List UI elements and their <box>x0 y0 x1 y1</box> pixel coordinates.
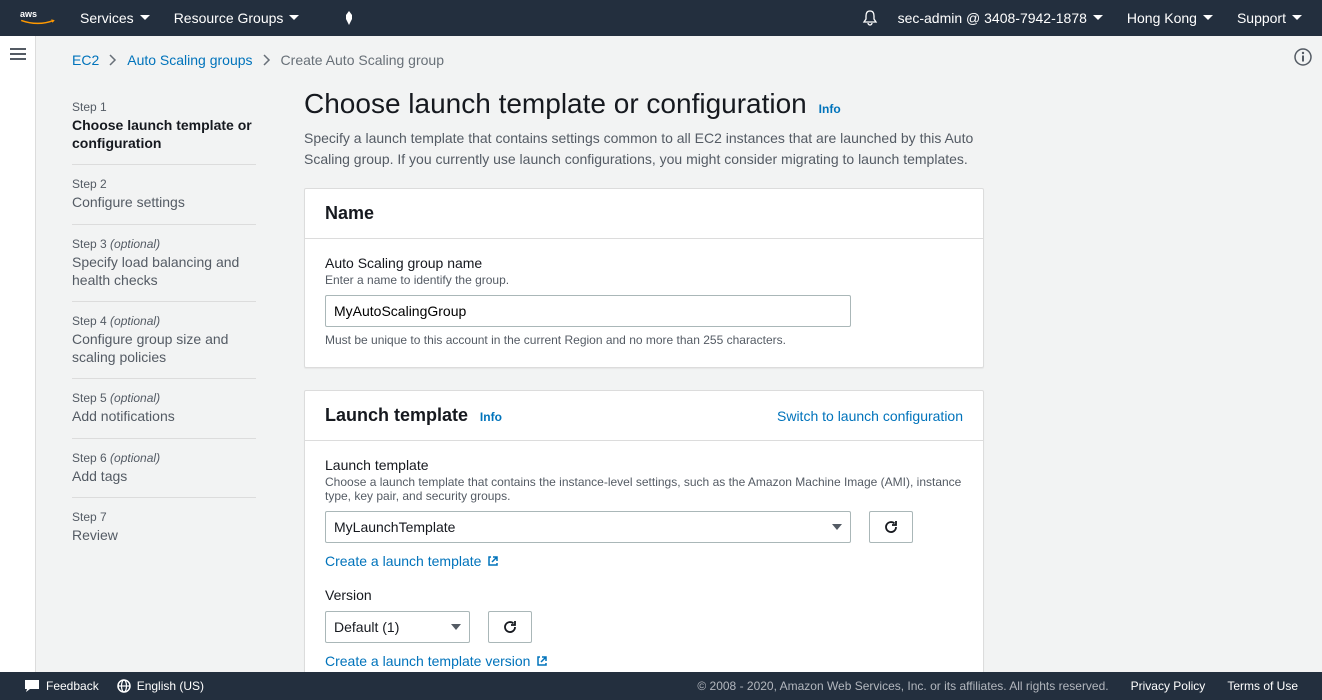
caret-down-icon <box>1093 15 1103 21</box>
feedback-link[interactable]: Feedback <box>24 679 99 693</box>
external-link-icon <box>487 555 499 567</box>
nav-support-label: Support <box>1237 10 1286 26</box>
wizard-step-3[interactable]: Step 3 (optional) Specify load balancing… <box>72 225 256 302</box>
nav-services[interactable]: Services <box>80 10 150 26</box>
name-panel-title: Name <box>325 203 374 224</box>
launch-template-panel: Launch template Info Switch to launch co… <box>304 390 984 672</box>
nav-resource-groups[interactable]: Resource Groups <box>174 10 300 26</box>
launch-template-label: Launch template <box>325 457 963 473</box>
wizard-step-4[interactable]: Step 4 (optional) Configure group size a… <box>72 302 256 379</box>
refresh-icon <box>502 619 518 635</box>
refresh-version-button[interactable] <box>488 611 532 643</box>
asg-name-input[interactable] <box>325 295 851 327</box>
create-launch-template-version-link[interactable]: Create a launch template version <box>325 653 548 669</box>
breadcrumb-current: Create Auto Scaling group <box>281 52 444 68</box>
pin-icon[interactable] <box>343 11 355 25</box>
launch-template-value: MyLaunchTemplate <box>334 519 455 535</box>
asg-name-subtext: Must be unique to this account in the cu… <box>325 333 963 347</box>
info-link[interactable]: Info <box>480 410 502 424</box>
breadcrumb-ec2[interactable]: EC2 <box>72 52 99 68</box>
asg-name-hint: Enter a name to identify the group. <box>325 273 963 287</box>
info-panel-icon[interactable] <box>1294 48 1312 66</box>
globe-icon <box>117 679 131 693</box>
external-link-icon <box>536 655 548 667</box>
name-panel: Name Auto Scaling group name Enter a nam… <box>304 188 984 368</box>
create-launch-template-link[interactable]: Create a launch template <box>325 553 499 569</box>
breadcrumb-asg[interactable]: Auto Scaling groups <box>127 52 252 68</box>
wizard-step-7[interactable]: Step 7 Review <box>72 498 256 556</box>
hamburger-icon[interactable] <box>10 48 26 60</box>
aws-logo[interactable]: aws <box>20 7 56 29</box>
info-link[interactable]: Info <box>819 102 841 116</box>
version-label: Version <box>325 587 963 603</box>
nav-account[interactable]: sec-admin @ 3408-7942-1878 <box>898 10 1103 26</box>
privacy-policy-link[interactable]: Privacy Policy <box>1131 679 1206 693</box>
wizard-step-6[interactable]: Step 6 (optional) Add tags <box>72 439 256 498</box>
launch-panel-title: Launch template <box>325 405 468 425</box>
main-scroll[interactable]: EC2 Auto Scaling groups Create Auto Scal… <box>36 36 1322 672</box>
version-value: Default (1) <box>334 619 399 635</box>
version-select[interactable]: Default (1) <box>325 611 470 643</box>
breadcrumb: EC2 Auto Scaling groups Create Auto Scal… <box>72 52 1240 68</box>
nav-region-label: Hong Kong <box>1127 10 1197 26</box>
caret-down-icon <box>289 15 299 21</box>
caret-down-icon <box>1292 15 1302 21</box>
side-rail <box>0 36 36 672</box>
footer-copyright: © 2008 - 2020, Amazon Web Services, Inc.… <box>697 679 1108 693</box>
page-title: Choose launch template or configuration <box>304 88 807 119</box>
launch-template-hint: Choose a launch template that contains t… <box>325 475 963 503</box>
chevron-right-icon <box>109 54 117 66</box>
bell-icon[interactable] <box>862 10 878 26</box>
nav-services-label: Services <box>80 10 134 26</box>
svg-text:aws: aws <box>20 9 37 19</box>
wizard-step-2[interactable]: Step 2 Configure settings <box>72 165 256 224</box>
switch-to-launch-config-link[interactable]: Switch to launch configuration <box>777 408 963 424</box>
nav-account-label: sec-admin @ 3408-7942-1878 <box>898 10 1087 26</box>
chat-icon <box>24 679 40 693</box>
language-selector[interactable]: English (US) <box>117 679 204 693</box>
refresh-icon <box>883 519 899 535</box>
triangle-down-icon <box>832 524 842 530</box>
refresh-launch-template-button[interactable] <box>869 511 913 543</box>
triangle-down-icon <box>451 624 461 630</box>
top-nav: aws Services Resource Groups sec-admin @… <box>0 0 1322 36</box>
caret-down-icon <box>1203 15 1213 21</box>
footer: Feedback English (US) © 2008 - 2020, Ama… <box>0 672 1322 700</box>
asg-name-label: Auto Scaling group name <box>325 255 963 271</box>
terms-of-use-link[interactable]: Terms of Use <box>1227 679 1298 693</box>
launch-template-select[interactable]: MyLaunchTemplate <box>325 511 851 543</box>
nav-resource-groups-label: Resource Groups <box>174 10 284 26</box>
nav-support[interactable]: Support <box>1237 10 1302 26</box>
caret-down-icon <box>140 15 150 21</box>
page-description: Specify a launch template that contains … <box>304 128 984 170</box>
nav-region[interactable]: Hong Kong <box>1127 10 1213 26</box>
chevron-right-icon <box>263 54 271 66</box>
wizard-steps: Step 1 Choose launch template or configu… <box>72 88 256 672</box>
wizard-step-1[interactable]: Step 1 Choose launch template or configu… <box>72 88 256 165</box>
wizard-step-5[interactable]: Step 5 (optional) Add notifications <box>72 379 256 438</box>
